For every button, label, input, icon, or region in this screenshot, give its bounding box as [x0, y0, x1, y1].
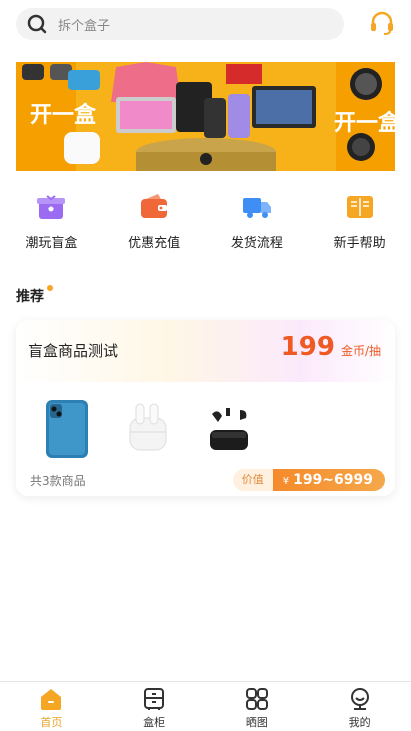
value-range-text: 199~6999 [293, 472, 373, 488]
tab-cabinet[interactable]: 盒柜 [103, 682, 206, 731]
price-unit: 金币/抽 [340, 344, 381, 358]
section-title: 推荐 [16, 289, 44, 305]
quick-nav-label: 新手帮助 [333, 236, 386, 251]
headset-icon[interactable] [369, 10, 395, 36]
goods-count: 共3款商品 [30, 474, 86, 488]
goods-list [32, 398, 272, 460]
gift-box-icon [37, 195, 66, 219]
quick-nav-label: 潮玩盲盒 [25, 236, 78, 251]
airpods-image [129, 403, 167, 451]
value-range-amount: ¥199~6999 [272, 469, 385, 491]
banner-image: 开一盒 开一盒 [16, 62, 395, 171]
user-icon [350, 688, 369, 710]
card-title: 盲盒商品测试 [28, 342, 119, 360]
iphone-image [46, 400, 88, 458]
card-price: 199 金币/抽 [281, 332, 381, 362]
wallet-icon [141, 194, 168, 218]
grid-icon [245, 688, 268, 710]
quick-nav-recharge[interactable]: 优惠充值 [103, 190, 206, 260]
quick-nav-help[interactable]: 新手帮助 [308, 190, 411, 260]
promo-banner[interactable]: 开一盒 开一盒 [16, 62, 395, 171]
quick-nav-label: 优惠充值 [128, 236, 181, 251]
section-dot [47, 285, 53, 291]
tab-label: 首页 [40, 716, 63, 729]
currency-symbol: ¥ [282, 476, 290, 487]
search-bar[interactable]: 拆个盒子 [16, 8, 344, 40]
tab-home[interactable]: 首页 [0, 682, 103, 731]
book-icon [346, 196, 373, 218]
quick-nav-blind-box[interactable]: 潮玩盲盒 [0, 190, 103, 260]
cabinet-icon [144, 688, 165, 710]
search-icon [27, 14, 47, 34]
tab-label: 盒柜 [143, 716, 166, 729]
quick-nav: 潮玩盲盒 优惠充值 发货流程 新手帮助 [0, 190, 411, 260]
earbuds-image [210, 408, 248, 450]
value-range-label: 价值 [232, 469, 273, 491]
tab-gallery[interactable]: 晒图 [206, 682, 309, 731]
header: 拆个盒子 [0, 0, 411, 50]
value-range-badge: 价值 ¥199~6999 [232, 469, 385, 491]
truck-icon [242, 198, 271, 218]
price-value: 199 [280, 332, 335, 362]
home-icon [41, 689, 62, 710]
bottom-tab-bar: 首页 盒柜 晒图 我的 [0, 681, 411, 731]
tab-profile[interactable]: 我的 [308, 682, 411, 731]
banner-text-left: 开一盒 [30, 102, 97, 128]
quick-nav-label: 发货流程 [230, 236, 283, 251]
search-placeholder: 拆个盒子 [58, 18, 111, 34]
quick-nav-shipping[interactable]: 发货流程 [206, 190, 309, 260]
tab-label: 我的 [348, 716, 371, 729]
tab-label: 晒图 [245, 716, 268, 729]
blind-box-card[interactable]: 盲盒商品测试 199 金币/抽 共3款商品 价值 ¥199~6999 [16, 320, 395, 496]
banner-text-right: 开一盒 [334, 110, 395, 136]
